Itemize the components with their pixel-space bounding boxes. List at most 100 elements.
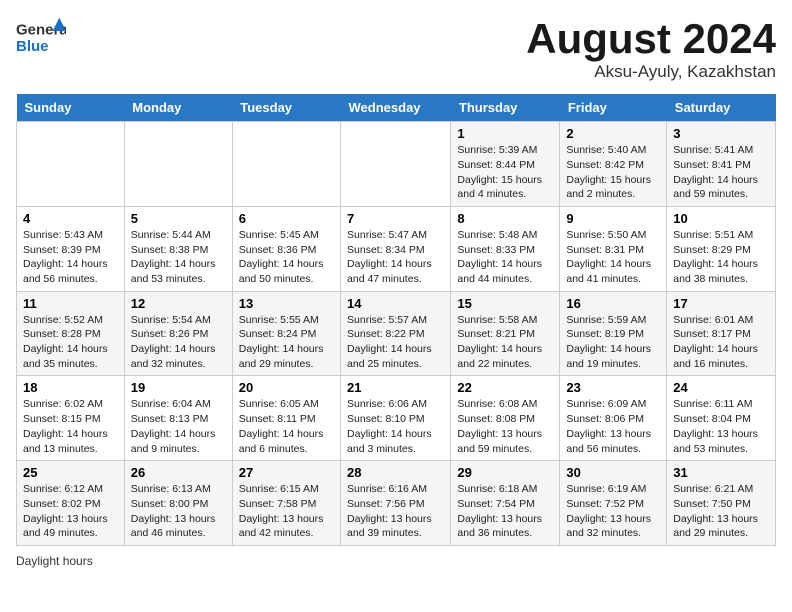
day-info: Sunrise: 5:47 AM Sunset: 8:34 PM Dayligh… [347, 228, 444, 287]
day-number: 3 [673, 126, 769, 141]
day-info: Sunrise: 5:59 AM Sunset: 8:19 PM Dayligh… [566, 313, 660, 372]
calendar-cell: 1 Sunrise: 5:39 AM Sunset: 8:44 PM Daylig… [451, 122, 560, 207]
day-number: 16 [566, 296, 660, 311]
calendar-week-row: 1 Sunrise: 5:39 AM Sunset: 8:44 PM Daylig… [17, 122, 776, 207]
day-number: 12 [131, 296, 226, 311]
calendar-cell: 24 Sunrise: 6:11 AM Sunset: 8:04 PM Dayli… [667, 376, 776, 461]
month-title: August 2024 [526, 16, 776, 62]
day-info: Sunrise: 5:45 AM Sunset: 8:36 PM Dayligh… [239, 228, 334, 287]
calendar-cell: 13Sunrise: 5:55 AM Sunset: 8:24 PM Dayli… [232, 291, 340, 376]
logo: General Blue [16, 16, 66, 56]
day-of-week-header: Tuesday [232, 94, 340, 122]
day-info: Sunrise: 6:18 AM Sunset: 7:54 PM Dayligh… [457, 482, 553, 541]
day-number: 2 [566, 126, 660, 141]
calendar-cell: 7Sunrise: 5:47 AM Sunset: 8:34 PM Daylig… [341, 206, 451, 291]
day-info: Sunrise: 6:11 AM Sunset: 8:04 PM Dayligh… [673, 397, 769, 456]
day-info: Sunrise: 5:55 AM Sunset: 8:24 PM Dayligh… [239, 313, 334, 372]
day-number: 27 [239, 465, 334, 480]
day-info: Sunrise: 6:16 AM Sunset: 7:56 PM Dayligh… [347, 482, 444, 541]
calendar-cell [124, 122, 232, 207]
svg-text:Blue: Blue [16, 38, 49, 55]
day-number: 22 [457, 380, 553, 395]
day-of-week-header: Saturday [667, 94, 776, 122]
calendar-cell: 29 Sunrise: 6:18 AM Sunset: 7:54 PM Dayli… [451, 461, 560, 546]
day-info: Sunrise: 5:44 AM Sunset: 8:38 PM Dayligh… [131, 228, 226, 287]
day-info: Sunrise: 6:09 AM Sunset: 8:06 PM Dayligh… [566, 397, 660, 456]
day-info: Sunrise: 6:19 AM Sunset: 7:52 PM Dayligh… [566, 482, 660, 541]
calendar-cell: 19 Sunrise: 6:04 AM Sunset: 8:13 PM Dayli… [124, 376, 232, 461]
day-info: Sunrise: 5:48 AM Sunset: 8:33 PM Dayligh… [457, 228, 553, 287]
calendar-cell [341, 122, 451, 207]
day-info: Sunrise: 6:01 AM Sunset: 8:17 PM Dayligh… [673, 313, 769, 372]
day-of-week-header: Wednesday [341, 94, 451, 122]
day-info: Sunrise: 5:40 AM Sunset: 8:42 PM Dayligh… [566, 143, 660, 202]
day-number: 19 [131, 380, 226, 395]
day-info: Sunrise: 6:08 AM Sunset: 8:08 PM Dayligh… [457, 397, 553, 456]
calendar-cell: 26 Sunrise: 6:13 AM Sunset: 8:00 PM Dayli… [124, 461, 232, 546]
day-number: 31 [673, 465, 769, 480]
calendar-cell: 2 Sunrise: 5:40 AM Sunset: 8:42 PM Daylig… [560, 122, 667, 207]
day-number: 20 [239, 380, 334, 395]
day-info: Sunrise: 5:50 AM Sunset: 8:31 PM Dayligh… [566, 228, 660, 287]
calendar-cell: 28 Sunrise: 6:16 AM Sunset: 7:56 PM Dayli… [341, 461, 451, 546]
calendar-cell: 9 Sunrise: 5:50 AM Sunset: 8:31 PM Daylig… [560, 206, 667, 291]
day-info: Sunrise: 5:54 AM Sunset: 8:26 PM Dayligh… [131, 313, 226, 372]
day-number: 1 [457, 126, 553, 141]
day-number: 10 [673, 211, 769, 226]
day-number: 28 [347, 465, 444, 480]
calendar-cell: 18 Sunrise: 6:02 AM Sunset: 8:15 PM Dayli… [17, 376, 125, 461]
calendar-cell [17, 122, 125, 207]
day-number: 25 [23, 465, 118, 480]
calendar-header-row: SundayMondayTuesdayWednesdayThursdayFrid… [17, 94, 776, 122]
calendar-week-row: 25Sunrise: 6:12 AM Sunset: 8:02 PM Dayli… [17, 461, 776, 546]
day-number: 4 [23, 211, 118, 226]
day-info: Sunrise: 6:02 AM Sunset: 8:15 PM Dayligh… [23, 397, 118, 456]
day-number: 11 [23, 296, 118, 311]
day-number: 9 [566, 211, 660, 226]
calendar-cell: 31 Sunrise: 6:21 AM Sunset: 7:50 PM Dayli… [667, 461, 776, 546]
day-info: Sunrise: 6:05 AM Sunset: 8:11 PM Dayligh… [239, 397, 334, 456]
calendar-cell: 17 Sunrise: 6:01 AM Sunset: 8:17 PM Dayli… [667, 291, 776, 376]
day-info: Sunrise: 5:41 AM Sunset: 8:41 PM Dayligh… [673, 143, 769, 202]
day-number: 21 [347, 380, 444, 395]
day-info: Sunrise: 5:58 AM Sunset: 8:21 PM Dayligh… [457, 313, 553, 372]
calendar-cell: 8Sunrise: 5:48 AM Sunset: 8:33 PM Daylig… [451, 206, 560, 291]
calendar-cell: 14 Sunrise: 5:57 AM Sunset: 8:22 PM Dayli… [341, 291, 451, 376]
logo-icon: General Blue [16, 16, 66, 56]
day-info: Sunrise: 6:04 AM Sunset: 8:13 PM Dayligh… [131, 397, 226, 456]
footer: Daylight hours [16, 554, 776, 568]
calendar-cell: 27Sunrise: 6:15 AM Sunset: 7:58 PM Dayli… [232, 461, 340, 546]
day-number: 23 [566, 380, 660, 395]
calendar-cell: 22 Sunrise: 6:08 AM Sunset: 8:08 PM Dayli… [451, 376, 560, 461]
day-of-week-header: Thursday [451, 94, 560, 122]
day-number: 24 [673, 380, 769, 395]
calendar-cell: 4 Sunrise: 5:43 AM Sunset: 8:39 PM Daylig… [17, 206, 125, 291]
day-info: Sunrise: 5:52 AM Sunset: 8:28 PM Dayligh… [23, 313, 118, 372]
calendar-cell: 30Sunrise: 6:19 AM Sunset: 7:52 PM Dayli… [560, 461, 667, 546]
day-number: 17 [673, 296, 769, 311]
location: Aksu-Ayuly, Kazakhstan [526, 62, 776, 82]
calendar-cell: 20 Sunrise: 6:05 AM Sunset: 8:11 PM Dayli… [232, 376, 340, 461]
day-of-week-header: Friday [560, 94, 667, 122]
day-info: Sunrise: 5:39 AM Sunset: 8:44 PM Dayligh… [457, 143, 553, 202]
day-number: 6 [239, 211, 334, 226]
day-info: Sunrise: 6:21 AM Sunset: 7:50 PM Dayligh… [673, 482, 769, 541]
calendar-cell: 15Sunrise: 5:58 AM Sunset: 8:21 PM Dayli… [451, 291, 560, 376]
day-info: Sunrise: 5:43 AM Sunset: 8:39 PM Dayligh… [23, 228, 118, 287]
calendar-cell: 3 Sunrise: 5:41 AM Sunset: 8:41 PM Daylig… [667, 122, 776, 207]
day-info: Sunrise: 5:51 AM Sunset: 8:29 PM Dayligh… [673, 228, 769, 287]
calendar-cell: 11 Sunrise: 5:52 AM Sunset: 8:28 PM Dayli… [17, 291, 125, 376]
calendar-cell: 12 Sunrise: 5:54 AM Sunset: 8:26 PM Dayli… [124, 291, 232, 376]
day-info: Sunrise: 5:57 AM Sunset: 8:22 PM Dayligh… [347, 313, 444, 372]
day-number: 26 [131, 465, 226, 480]
calendar-week-row: 11 Sunrise: 5:52 AM Sunset: 8:28 PM Dayli… [17, 291, 776, 376]
day-number: 5 [131, 211, 226, 226]
day-info: Sunrise: 6:13 AM Sunset: 8:00 PM Dayligh… [131, 482, 226, 541]
day-number: 29 [457, 465, 553, 480]
daylight-label: Daylight hours [16, 554, 93, 568]
day-number: 14 [347, 296, 444, 311]
calendar-week-row: 18 Sunrise: 6:02 AM Sunset: 8:15 PM Dayli… [17, 376, 776, 461]
calendar-cell: 5 Sunrise: 5:44 AM Sunset: 8:38 PM Daylig… [124, 206, 232, 291]
day-number: 18 [23, 380, 118, 395]
calendar-cell: 6 Sunrise: 5:45 AM Sunset: 8:36 PM Daylig… [232, 206, 340, 291]
